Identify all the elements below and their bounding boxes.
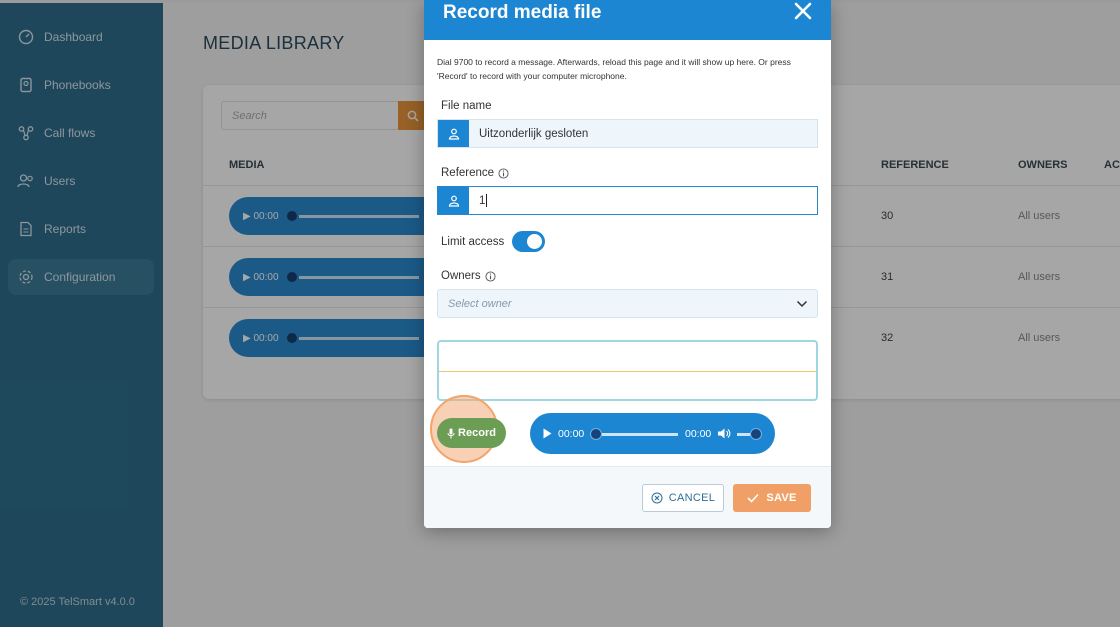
owners-label: Owners [441,270,496,282]
owners-select[interactable]: Select owner [437,289,818,318]
dialog-title: Record media file [443,2,602,23]
save-button[interactable]: SAVE [733,484,811,512]
close-button[interactable] [793,1,813,23]
dialog-header: Record media file [424,0,831,40]
check-icon [747,493,759,503]
limit-access-label: Limit access [441,236,505,248]
reference-label-text: Reference [441,167,495,179]
microphone-icon [447,428,455,438]
save-button-label: SAVE [766,492,797,504]
volume-icon[interactable] [717,427,731,440]
file-name-label-text: File name [441,100,492,112]
current-time: 00:00 [558,428,585,440]
user-icon [438,120,469,147]
file-name-label: File name [441,100,492,112]
dialog-footer: CANCEL SAVE [424,466,831,528]
reference-input[interactable]: 1 [469,187,488,214]
user-icon [438,187,469,214]
info-icon[interactable] [485,270,496,282]
info-icon[interactable] [498,167,509,179]
reference-field[interactable]: 1 [437,186,818,215]
close-icon [794,2,812,20]
volume-thumb[interactable] [750,428,762,440]
progress-track[interactable] [594,433,678,436]
cancel-button[interactable]: CANCEL [642,484,724,512]
toggle-knob [527,234,542,249]
record-media-dialog: Record media file Dial 9700 to record a … [424,0,831,528]
duration: 00:00 [685,428,712,440]
record-button-label: Record [458,427,496,439]
dialog-instructions: Dial 9700 to record a message. Afterward… [437,57,791,81]
file-name-input[interactable]: Uitzonderlijk gesloten [469,120,588,147]
limit-access-toggle[interactable] [512,231,545,252]
close-circle-icon [651,492,663,504]
waveform-display [437,340,818,401]
owners-placeholder: Select owner [448,298,512,310]
waveform-baseline [439,371,816,372]
play-icon[interactable] [543,428,552,439]
file-name-field[interactable]: Uitzonderlijk gesloten [437,119,818,148]
reference-label: Reference [441,167,509,179]
reference-input-value: 1 [479,194,486,207]
chevron-down-icon [796,300,808,308]
text-caret [486,194,488,207]
audio-player: 00:00 00:00 [530,413,775,454]
owners-label-text: Owners [441,270,481,282]
progress-thumb[interactable] [590,428,602,440]
record-button[interactable]: Record [437,418,506,448]
cancel-button-label: CANCEL [668,492,716,504]
